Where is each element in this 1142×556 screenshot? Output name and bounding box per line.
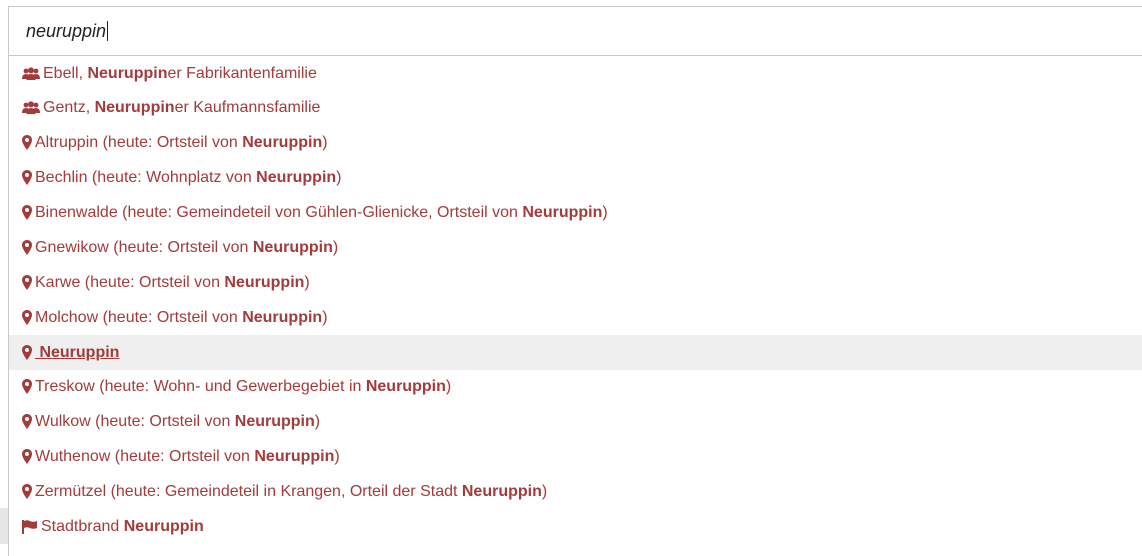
suggestion-prefix: Wulkow (heute: Ortsteil von	[35, 413, 235, 430]
suggestion-prefix: Wuthenow (heute: Ortsteil von	[35, 448, 255, 465]
suggestion-suffix: er Fabrikantenfamilie	[167, 65, 317, 82]
suggestion-match: Neuruppin	[39, 344, 120, 361]
map-marker-icon	[22, 240, 32, 256]
suggestion-suffix: )	[445, 378, 452, 395]
suggestion-item[interactable]: Karwe (heute: Ortsteil von Neuruppin)	[9, 265, 1142, 300]
suggestion-suffix: er Kaufmannsfamilie	[174, 99, 321, 116]
suggestion-match: Neuruppin	[123, 518, 204, 535]
suggestion-suffix: )	[314, 413, 321, 430]
suggestion-match: Neuruppin	[242, 309, 323, 326]
map-marker-icon	[22, 379, 32, 395]
suggestion-item[interactable]: Bechlin (heute: Wohnplatz von Neuruppin)	[9, 160, 1142, 195]
suggestion-match: Neuruppin	[234, 413, 315, 430]
suggestion-suffix: )	[332, 239, 339, 256]
suggestion-suffix: )	[334, 448, 340, 465]
map-marker-icon	[22, 345, 32, 361]
map-marker-icon	[22, 275, 32, 291]
suggestion-item[interactable]: Treskow (heute: Wohn- und Gewerbegebiet …	[9, 369, 1142, 404]
suggestion-match: Neuruppin	[242, 134, 323, 151]
suggestion-match: Neuruppin	[87, 65, 168, 82]
suggestion-match: Neuruppin	[522, 204, 603, 221]
suggestion-prefix: Binenwalde (heute: Gemeindeteil von Gühl…	[35, 204, 523, 221]
suggestion-match: Neuruppin	[94, 99, 175, 116]
suggestion-prefix: Altruppin (heute: Ortsteil von	[35, 134, 243, 151]
suggestion-suffix: )	[322, 134, 328, 151]
suggestion-match: Neuruppin	[461, 483, 542, 500]
suggestion-suffix: )	[541, 483, 548, 500]
text-caret	[107, 21, 109, 41]
page-background-edge	[0, 508, 8, 544]
map-marker-icon	[22, 414, 32, 430]
suggestion-item[interactable]: Wulkow (heute: Ortsteil von Neuruppin)	[9, 404, 1142, 439]
suggestion-item[interactable]: Ebell, Neuruppiner Fabrikantenfamilie	[9, 56, 1142, 91]
suggestion-match: Neuruppin	[365, 378, 446, 395]
map-marker-icon	[22, 170, 32, 186]
group-icon	[22, 101, 40, 115]
suggestion-prefix: Molchow (heute: Ortsteil von	[35, 309, 243, 326]
suggestion-suffix: )	[602, 204, 608, 221]
suggestion-item-highlighted[interactable]: Neuruppin	[9, 335, 1142, 370]
autocomplete-dropdown: Ebell, Neuruppiner Fabrikantenfamilie Ge…	[8, 56, 1142, 556]
suggestion-prefix: Zermützel (heute: Gemeindeteil in Krange…	[35, 483, 462, 500]
suggestion-item[interactable]: Molchow (heute: Ortsteil von Neuruppin)	[9, 300, 1142, 335]
search-box[interactable]: neuruppin	[8, 6, 1142, 56]
suggestion-match: Neuruppin	[224, 274, 305, 291]
suggestion-item[interactable]: Altruppin (heute: Ortsteil von Neuruppin…	[9, 125, 1142, 160]
flag-icon	[22, 519, 38, 534]
suggestion-prefix: Karwe (heute: Ortsteil von	[35, 274, 225, 291]
suggestion-match: Neuruppin	[256, 169, 337, 186]
suggestion-suffix: )	[304, 274, 310, 291]
suggestion-prefix: Gentz,	[43, 99, 95, 116]
search-input-value: neuruppin	[26, 21, 107, 41]
map-marker-icon	[22, 310, 32, 326]
suggestion-match: Neuruppin	[252, 239, 333, 256]
suggestion-match: Neuruppin	[254, 448, 335, 465]
suggestion-item[interactable]: Binenwalde (heute: Gemeindeteil von Gühl…	[9, 195, 1142, 230]
suggestion-prefix: Bechlin (heute: Wohnplatz von	[35, 169, 257, 186]
map-marker-icon	[22, 484, 32, 500]
suggestion-item[interactable]: Gnewikow (heute: Ortsteil von Neuruppin)	[9, 230, 1142, 265]
map-marker-icon	[22, 449, 32, 465]
search-input[interactable]: neuruppin	[26, 18, 109, 44]
suggestion-item[interactable]: Gentz, Neuruppiner Kaufmannsfamilie	[9, 90, 1142, 125]
suggestion-item[interactable]: Stadtbrand Neuruppin	[9, 509, 1142, 544]
suggestion-prefix: Stadtbrand	[41, 518, 124, 535]
suggestion-prefix: Ebell,	[43, 65, 88, 82]
suggestion-suffix: )	[336, 169, 342, 186]
map-marker-icon	[22, 205, 32, 221]
suggestion-prefix: Treskow (heute: Wohn- und Gewerbegebiet …	[35, 378, 366, 395]
map-marker-icon	[22, 135, 32, 151]
suggestion-suffix: )	[322, 309, 328, 326]
group-icon	[22, 67, 40, 81]
suggestion-prefix: Gnewikow (heute: Ortsteil von	[35, 239, 253, 256]
suggestion-item[interactable]: Wuthenow (heute: Ortsteil von Neuruppin)	[9, 439, 1142, 474]
suggestion-item[interactable]: Zermützel (heute: Gemeindeteil in Krange…	[9, 474, 1142, 509]
